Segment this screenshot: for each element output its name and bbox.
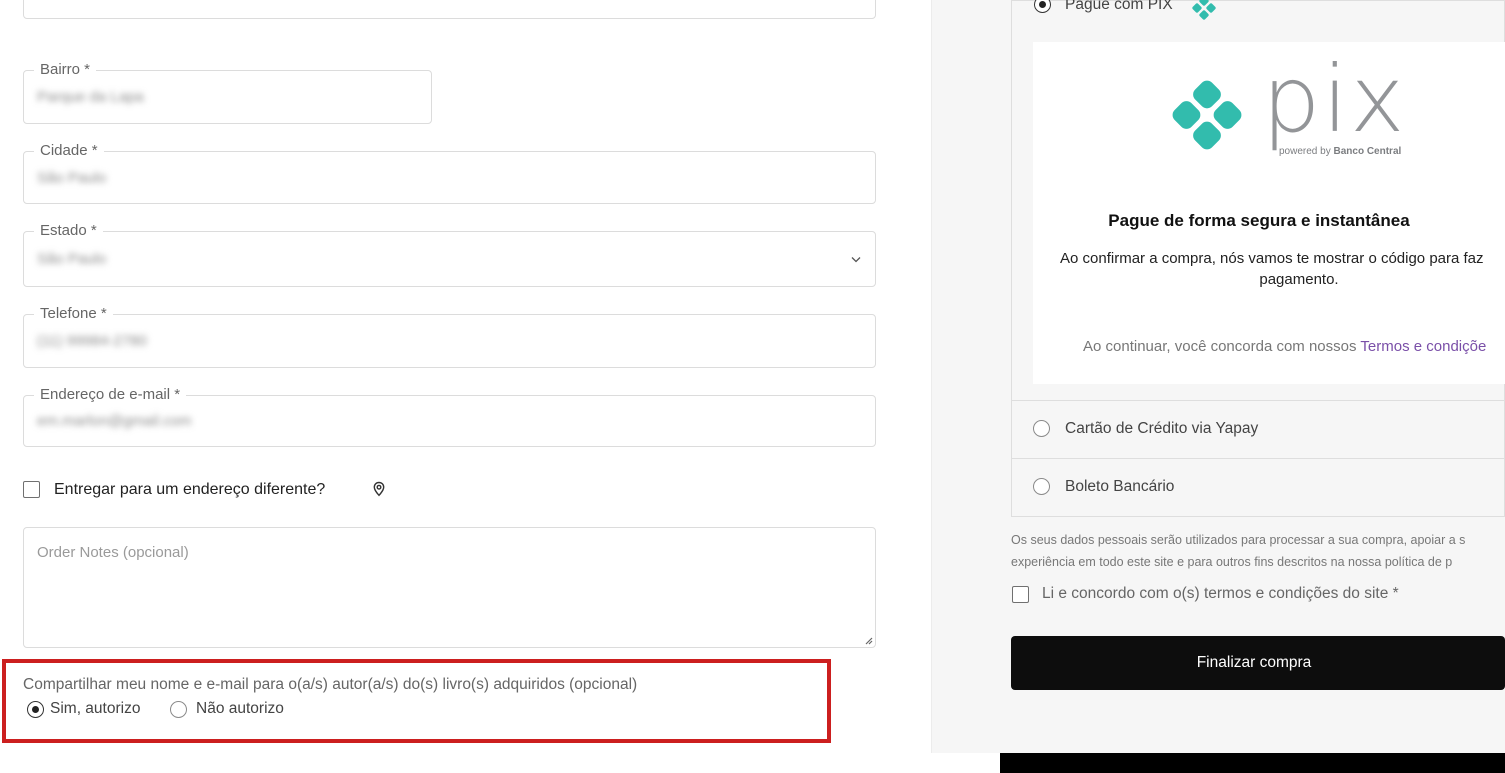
pix-small-icon xyxy=(1192,0,1216,20)
estado-select[interactable]: Estado * São Paulo xyxy=(23,222,876,287)
top-address-field[interactable] xyxy=(23,0,876,19)
location-pin-icon xyxy=(373,481,385,497)
finalize-purchase-button[interactable]: Finalizar compra xyxy=(1011,636,1505,690)
telefone-value: (11) 99984-2780 xyxy=(37,332,147,350)
pix-powered-by-text: powered by xyxy=(1279,146,1331,157)
bairro-field[interactable]: Bairro * Parque da Lapa xyxy=(23,61,432,124)
boleto-radio[interactable] xyxy=(1033,478,1050,495)
pix-logo-icon xyxy=(1172,80,1242,150)
telefone-label: Telefone * xyxy=(34,305,113,323)
payment-divider xyxy=(1012,458,1505,459)
pix-description-line1: Ao confirmar a compra, nós vamos te most… xyxy=(1060,250,1484,267)
credit-card-option-label[interactable]: Cartão de Crédito via Yapay xyxy=(1065,420,1258,438)
payment-divider xyxy=(1012,400,1505,401)
consent-yes-label[interactable]: Sim, autorizo xyxy=(50,700,140,718)
terms-checkbox-label[interactable]: Li e concordo com o(s) termos e condiçõe… xyxy=(1042,585,1399,603)
bairro-value: Parque da Lapa xyxy=(37,88,144,106)
email-field[interactable]: Endereço de e-mail * em.marlon@gmail.com xyxy=(23,386,876,447)
ship-different-checkbox[interactable] xyxy=(23,481,40,498)
bairro-label: Bairro * xyxy=(34,61,97,79)
consent-yes-radio[interactable] xyxy=(27,701,44,718)
consent-no-radio[interactable] xyxy=(170,701,187,718)
pix-logo-text: pix xyxy=(1262,46,1407,153)
chevron-down-icon xyxy=(851,257,861,263)
cidade-label: Cidade * xyxy=(34,142,104,160)
consent-question: Compartilhar meu nome e e-mail para o(a/… xyxy=(23,676,638,693)
cidade-value: São Paulo xyxy=(37,169,107,186)
terms-checkbox[interactable] xyxy=(1012,586,1029,603)
order-notes-textarea[interactable]: Order Notes (opcional) xyxy=(23,527,876,648)
pix-powered-by: powered by Banco Central xyxy=(1279,146,1401,157)
pix-terms-text: Ao continuar, você concorda com nossos T… xyxy=(1083,338,1486,355)
email-label: Endereço de e-mail * xyxy=(34,386,187,404)
privacy-policy-text: Os seus dados pessoais serão utilizados … xyxy=(1011,529,1465,573)
privacy-line2: experiência em todo este site e para out… xyxy=(1011,555,1453,569)
pix-terms-prefix: Ao continuar, você concorda com nossos xyxy=(1083,338,1357,355)
estado-label: Estado * xyxy=(34,222,103,240)
pix-title: Pague de forma segura e instantânea xyxy=(1108,211,1410,230)
pix-option-label[interactable]: Pague com PIX xyxy=(1065,0,1173,14)
cidade-field[interactable]: Cidade * São Paulo xyxy=(23,142,876,204)
pix-terms-link[interactable]: Termos e condiçõe xyxy=(1360,338,1486,355)
order-notes-placeholder: Order Notes (opcional) xyxy=(37,544,189,561)
pix-powered-by-bank: Banco Central xyxy=(1333,146,1402,157)
boleto-option-label[interactable]: Boleto Bancário xyxy=(1065,478,1174,496)
estado-value: São Paulo xyxy=(37,250,107,268)
telefone-field[interactable]: Telefone * (11) 99984-2780 xyxy=(23,305,876,368)
email-value: em.marlon@gmail.com xyxy=(37,412,192,430)
consent-no-label[interactable]: Não autorizo xyxy=(196,700,284,718)
bottom-black-bar xyxy=(1000,753,1505,773)
ship-different-label[interactable]: Entregar para um endereço diferente? xyxy=(54,481,325,499)
resize-grip-icon[interactable] xyxy=(863,635,873,645)
credit-card-radio[interactable] xyxy=(1033,420,1050,437)
privacy-line1: Os seus dados pessoais serão utilizados … xyxy=(1011,533,1466,547)
pix-description-line2: pagamento. xyxy=(1259,271,1339,288)
